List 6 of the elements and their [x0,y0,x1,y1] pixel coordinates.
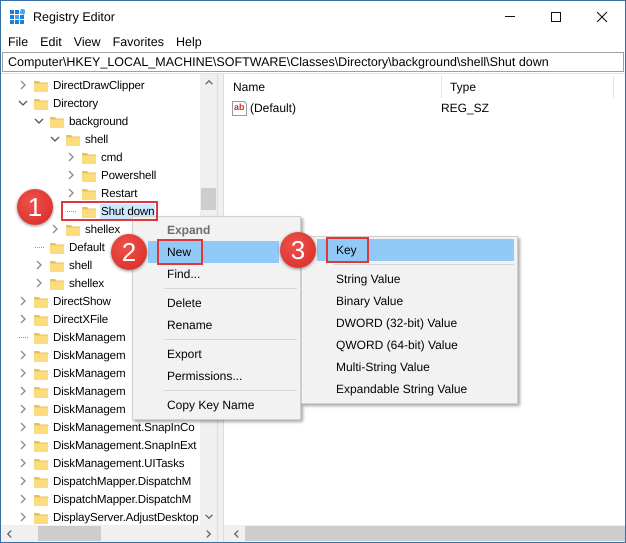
value-name: (Default) [250,101,296,115]
value-type: REG_SZ [440,101,490,115]
step-badge: 2 [111,234,147,270]
step-badge: 1 [17,189,53,225]
window-title: Registry Editor [33,10,115,24]
string-value-icon: ab [232,100,247,116]
